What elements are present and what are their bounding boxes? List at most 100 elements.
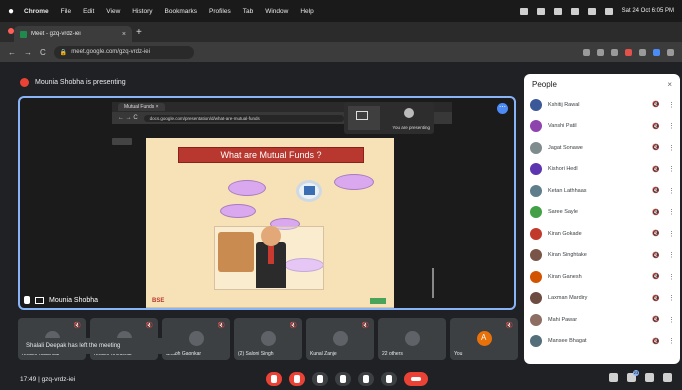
participant-tile-self[interactable]: 🔇 You (450, 318, 518, 360)
profile-icon[interactable] (653, 48, 660, 56)
list-item[interactable]: Ketan Lathhaas 🔇 ⋮ (530, 180, 675, 202)
avatar (530, 292, 542, 305)
list-item[interactable]: Mahi Pawar 🔇 ⋮ (530, 309, 675, 331)
more-vert-icon[interactable]: ⋮ (668, 230, 675, 238)
screen-icon[interactable] (519, 7, 528, 15)
reload-icon[interactable]: C (40, 48, 46, 57)
menu-edit[interactable]: Edit (83, 8, 94, 15)
presentation-stage[interactable]: ⋯ Mutual Funds × ← → C docs.google.com/p… (18, 96, 516, 310)
mic-off-icon: 🔇 (652, 188, 660, 195)
person-name: Ketan Lathhaas (548, 187, 587, 194)
browser-tab-meet[interactable]: Meet - gzq-vrdz-iei × (14, 26, 132, 42)
zoom-icon[interactable] (597, 48, 604, 56)
back-icon[interactable]: ← (8, 48, 16, 57)
puzzle-icon[interactable] (639, 48, 646, 56)
camera-toggle-button[interactable] (289, 372, 305, 386)
control-center-icon[interactable] (604, 7, 613, 15)
info-icon[interactable] (609, 373, 618, 382)
bluetooth-icon[interactable] (536, 7, 545, 15)
participant-tile[interactable]: 🔇 Kunal Zanje (306, 318, 374, 360)
star-icon[interactable] (611, 48, 618, 56)
participant-name: You (454, 351, 463, 357)
tab-close-icon[interactable]: × (122, 31, 126, 38)
presenting-floating-panel[interactable]: You are presenting (344, 102, 434, 134)
lock-icon[interactable]: 🔒 (60, 49, 67, 56)
participant-tile-others[interactable]: 22 others (378, 318, 446, 360)
raise-hand-button[interactable] (335, 372, 351, 386)
list-item[interactable]: Laxman Mardiry 🔇 ⋮ (530, 288, 675, 310)
mic-toggle-button[interactable] (266, 372, 282, 386)
more-vert-icon[interactable]: ⋮ (668, 251, 675, 259)
hang-up-icon (411, 377, 421, 381)
kebab-menu-icon[interactable] (667, 48, 674, 56)
more-vert-icon[interactable]: ⋮ (668, 294, 675, 302)
people-icon[interactable]: 23 (627, 370, 639, 382)
cloud-bubble (220, 204, 256, 218)
avatar-group (405, 331, 420, 346)
search-icon[interactable] (587, 7, 596, 15)
list-item[interactable]: Vanshi Patil 🔇 ⋮ (530, 116, 675, 138)
menu-view[interactable]: View (106, 8, 120, 15)
list-item[interactable]: Kishori Hedl 🔇 ⋮ (530, 159, 675, 181)
list-item[interactable]: Mansee Bhagat 🔇 ⋮ (530, 331, 675, 353)
more-vert-icon[interactable]: ⋮ (668, 165, 675, 173)
more-vert-icon[interactable]: ⋮ (668, 316, 675, 324)
present-button[interactable] (358, 372, 374, 386)
list-item[interactable]: Kiran Singhtake 🔇 ⋮ (530, 245, 675, 267)
magnifier-content (304, 186, 315, 195)
apple-icon[interactable]: ● (8, 6, 14, 17)
list-item[interactable]: Jagat Sonawe 🔇 ⋮ (530, 137, 675, 159)
more-options-button[interactable] (381, 372, 397, 386)
list-item[interactable]: Saree Sayle 🔇 ⋮ (530, 202, 675, 224)
more-vert-icon[interactable]: ⋮ (668, 208, 675, 216)
presenting-dot-icon (20, 77, 29, 87)
list-item[interactable]: Kiran Gokade 🔇 ⋮ (530, 223, 675, 245)
menu-tab[interactable]: Tab (243, 8, 253, 15)
menu-profiles[interactable]: Profiles (209, 8, 231, 15)
tab-title: Meet - gzq-vrdz-iei (31, 31, 81, 37)
menu-chrome[interactable]: Chrome (24, 8, 49, 15)
list-item[interactable]: Kshitij Rawal 🔇 ⋮ (530, 94, 675, 116)
screen-icon (35, 296, 44, 304)
meet-side-icons: 23 (609, 370, 672, 382)
more-vert-icon[interactable]: ⋮ (668, 337, 675, 345)
more-options-button[interactable]: ⋯ (497, 103, 508, 114)
list-item[interactable]: Kiran Ganesh 🔇 ⋮ (530, 266, 675, 288)
slide-footer-logo: BSE (152, 298, 165, 304)
menu-clock[interactable]: Sat 24 Oct 6:05 PM (622, 8, 674, 14)
participant-tile[interactable]: 🔇 (2) Saloni Singh (234, 318, 302, 360)
wifi-icon[interactable] (570, 7, 579, 15)
mic-off-icon: 🔇 (652, 338, 660, 345)
more-vert-icon[interactable]: ⋮ (668, 273, 675, 281)
close-icon[interactable]: × (667, 80, 672, 89)
person-name: Vanshi Patil (548, 123, 577, 130)
menu-bookmarks[interactable]: Bookmarks (165, 8, 198, 15)
shared-url: docs.google.com/presentation/d/what-are-… (143, 114, 344, 122)
battery-icon[interactable] (553, 7, 562, 15)
people-panel: People × Kshitij Rawal 🔇 ⋮ Vanshi Patil 🔇 ⋮ … (524, 74, 680, 364)
more-vert-icon[interactable]: ⋮ (668, 122, 675, 130)
menu-history[interactable]: History (132, 8, 152, 15)
mic-off-icon: 🔇 (361, 323, 369, 329)
leave-call-button[interactable] (404, 372, 428, 386)
more-vert-icon[interactable]: ⋮ (668, 144, 675, 152)
mic-off-icon: 🔇 (217, 323, 225, 329)
menu-file[interactable]: File (61, 8, 71, 15)
menu-help[interactable]: Help (300, 8, 313, 15)
more-vert-icon[interactable]: ⋮ (668, 187, 675, 195)
chat-icon[interactable] (645, 373, 654, 382)
menu-window[interactable]: Window (265, 8, 288, 15)
captions-button[interactable] (312, 372, 328, 386)
participant-name: 22 others (382, 351, 403, 357)
avatar (189, 331, 204, 346)
forward-icon[interactable]: → (24, 48, 32, 57)
new-tab-button[interactable]: + (136, 27, 142, 38)
avatar (530, 206, 542, 219)
address-bar[interactable]: 🔒 meet.google.com/gzq-vrdz-iei (53, 45, 194, 59)
activities-icon[interactable] (663, 373, 672, 382)
extension-red-icon[interactable] (625, 48, 632, 56)
more-vert-icon[interactable]: ⋮ (668, 101, 675, 109)
slide-title-box: What are Mutual Funds ? (178, 147, 364, 163)
camera-icon[interactable] (583, 48, 590, 56)
participant-name: (2) Saloni Singh (238, 351, 274, 357)
